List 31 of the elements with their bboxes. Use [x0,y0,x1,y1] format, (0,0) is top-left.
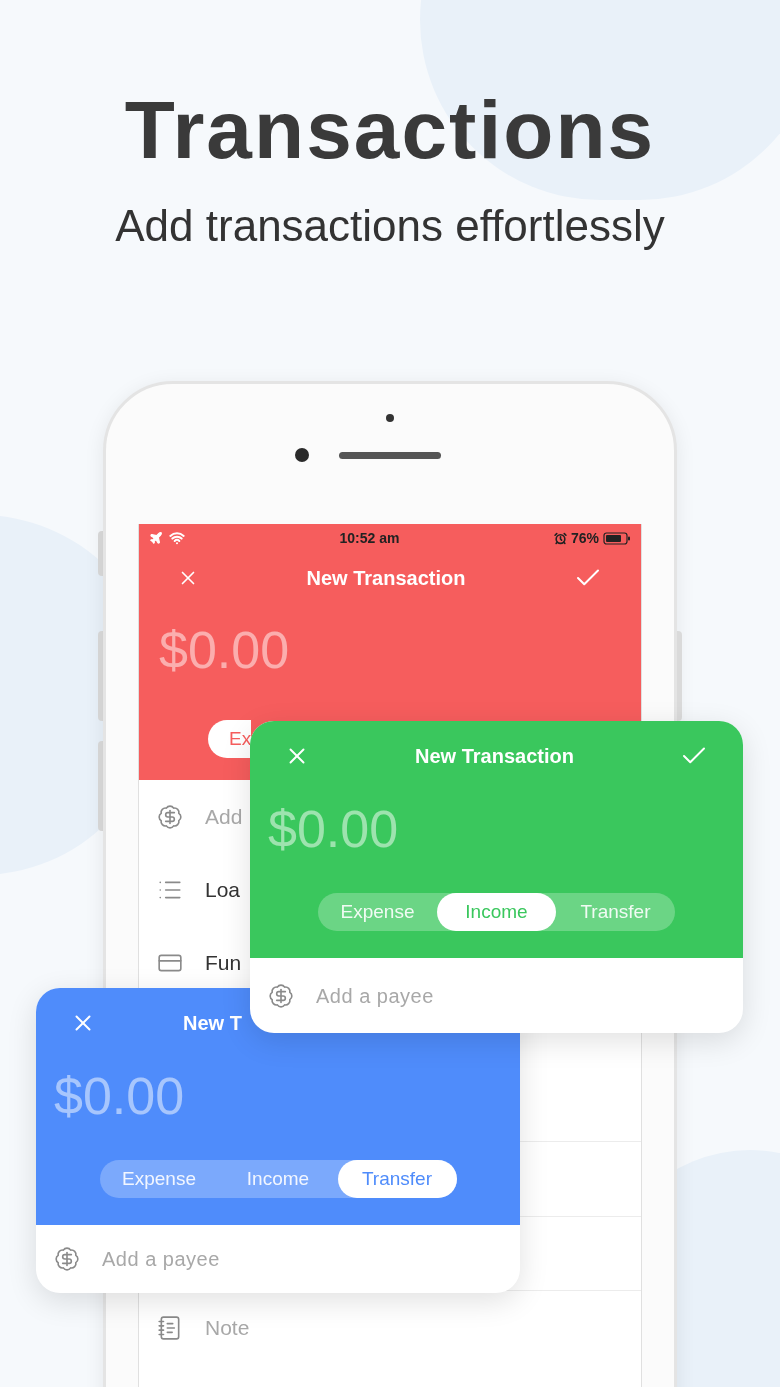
row-label[interactable]: Loa [205,873,241,906]
row-label[interactable]: Add [205,800,243,833]
segment-tab[interactable]: Income [437,893,556,931]
battery-percent: 76% [570,528,599,548]
dollar-badge-icon [268,982,294,1009]
segment-tab[interactable]: Transfer [556,893,675,931]
segment-tab[interactable]: Transfer [337,1160,457,1198]
segment-tab[interactable]: Ex [208,720,251,758]
headline: Transactions [124,83,656,177]
subheadline: Add transactions effortlessly [115,200,665,252]
card-title: New Transaction [414,744,575,769]
camera [295,448,309,462]
payee-field[interactable]: Add a payee [102,1244,220,1274]
segment-tab[interactable]: Expense [99,1160,219,1198]
card-title: New T [183,1011,242,1036]
wifi-icon [169,530,185,546]
airplane-icon [149,531,163,545]
alarm-icon [553,531,567,545]
dollar-badge-icon [54,1246,80,1272]
payee-field[interactable]: Add a payee [316,980,434,1011]
row-label[interactable]: Note [205,1312,250,1344]
battery-icon [603,531,631,545]
screen-title: New Transaction [306,566,466,591]
amount-text: $0.00 [267,803,399,855]
dollar-badge-icon [157,803,183,830]
amount-text: $0.00 [53,1070,185,1122]
status-time: 10:52 am [339,528,400,548]
segment-tab[interactable]: Expense [318,893,437,931]
amount-text: $0.00 [158,624,290,676]
row-label[interactable]: Fun [205,946,242,979]
segment-tab[interactable]: Income [218,1160,338,1198]
